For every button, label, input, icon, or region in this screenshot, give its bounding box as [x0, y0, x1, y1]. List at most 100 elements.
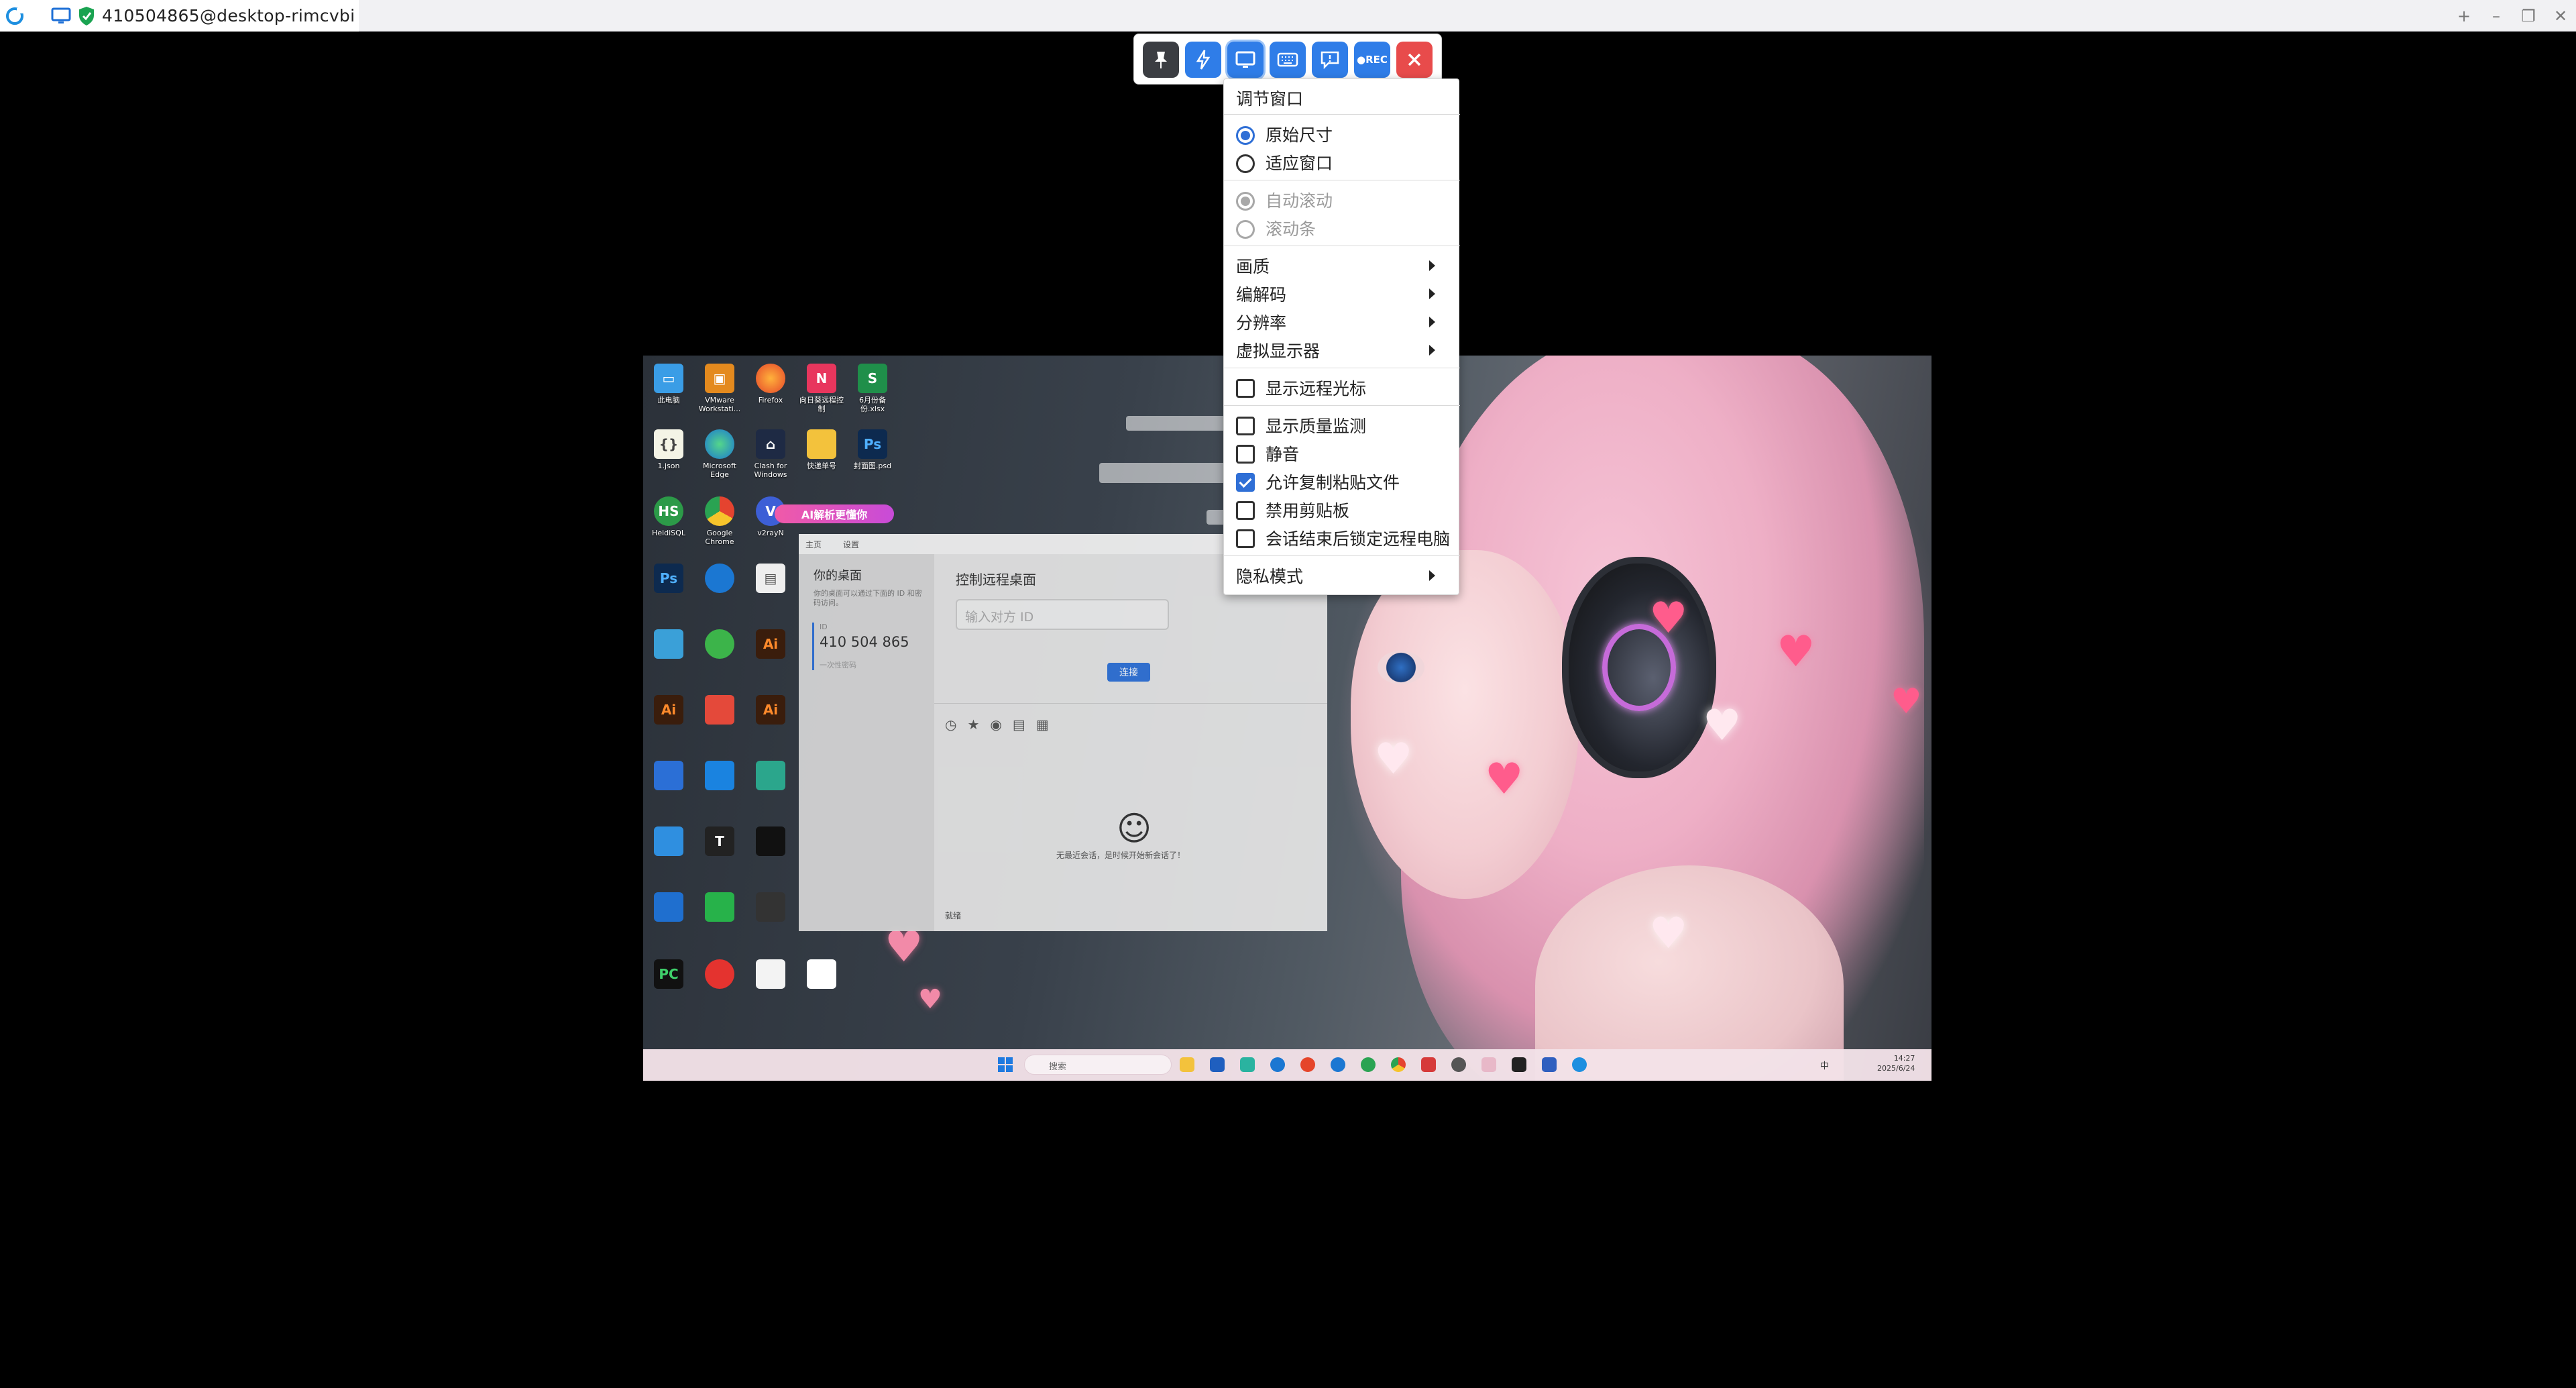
record-button[interactable]: ●REC [1354, 42, 1390, 78]
desktop-icon[interactable] [646, 826, 691, 856]
pin-icon [1155, 52, 1167, 68]
menu-item-mute[interactable]: 静音 [1224, 440, 1460, 467]
desktop-icon-vmware[interactable]: ▣ VMware Workstati... [697, 364, 742, 413]
menu-item-virtual-display[interactable]: 虚拟显示器 [1224, 337, 1460, 364]
desktop-icon-json[interactable]: {} 1.json [646, 429, 691, 470]
id-value[interactable]: 410 504 865 [820, 634, 934, 650]
radio-checked-icon [1236, 126, 1255, 145]
menu-item-allow-file-copy[interactable]: 允许复制粘贴文件 [1224, 468, 1460, 495]
checkbox-unchecked-icon [1236, 529, 1255, 548]
desktop-icon-xlsx[interactable]: S 6月份备份.xlsx [850, 364, 895, 413]
close-window-button[interactable]: ✕ [2544, 0, 2576, 32]
taskbar-app-icon[interactable] [1270, 1057, 1285, 1072]
menu-item-show-remote-cursor[interactable]: 显示远程光标 [1224, 374, 1460, 401]
desktop-icon[interactable]: PC [646, 959, 691, 989]
session-tab[interactable]: 410504865@desktop-rimcvbi [0, 0, 359, 32]
chrome-icon[interactable] [1391, 1057, 1406, 1072]
taskbar-app-icon[interactable] [1240, 1057, 1255, 1072]
desktop-icon[interactable]: Ai [646, 695, 691, 725]
desktop-icon[interactable]: T [697, 826, 742, 856]
checkbox-unchecked-icon [1236, 417, 1255, 435]
pycharm-icon: PC [654, 959, 683, 989]
windows-start-icon[interactable] [998, 1057, 1013, 1072]
lightning-icon [1196, 50, 1211, 70]
restore-button[interactable]: ❐ [2512, 0, 2544, 32]
desktop-icon-label: 快递单号 [807, 462, 836, 470]
tab-settings[interactable]: 设置 [843, 539, 859, 550]
actions-button[interactable] [1185, 42, 1221, 78]
desktop-icon-chrome[interactable]: Google Chrome [697, 496, 742, 546]
desktop-icon-psd[interactable]: Ps 封面图.psd [850, 429, 895, 470]
settings-icon[interactable] [1451, 1057, 1466, 1072]
keyboard-button[interactable] [1270, 42, 1306, 78]
desktop-icon[interactable]: Ai [748, 629, 793, 659]
desktop-icon[interactable] [697, 761, 742, 790]
minimize-button[interactable]: – [2480, 0, 2512, 32]
desktop-icon-this-pc[interactable]: ▭ 此电脑 [646, 364, 691, 405]
desktop-icon[interactable] [748, 959, 793, 989]
menu-item-lock-after-session[interactable]: 会话结束后锁定远程电脑 [1224, 525, 1460, 551]
tab-home[interactable]: 主页 [805, 539, 822, 550]
remote-id-input[interactable]: 输入对方 ID [956, 599, 1169, 630]
menu-divider [1224, 114, 1460, 115]
taskbar-app-icon[interactable] [1210, 1057, 1225, 1072]
desktop-icon[interactable]: Ps [646, 564, 691, 593]
taskbar-search[interactable]: 搜索 [1024, 1055, 1172, 1075]
ime-indicator[interactable]: 中 [1820, 1059, 1829, 1071]
menu-item-codec[interactable]: 编解码 [1224, 280, 1460, 307]
menu-item-image-quality[interactable]: 画质 [1224, 252, 1460, 279]
chrome-file-icon [807, 959, 836, 989]
empty-sessions-text: 无最近会话，是时候开始新会话了！ [1056, 851, 1186, 860]
desktop-icon[interactable] [697, 959, 742, 989]
menu-item-resolution[interactable]: 分辨率 [1224, 309, 1460, 335]
taskbar-clock[interactable]: 14:27 2025/6/24 [1877, 1053, 1915, 1073]
menu-item-privacy-mode[interactable]: 隐私模式 [1224, 562, 1460, 589]
desktop-icon[interactable] [748, 826, 793, 856]
desktop-icon[interactable] [646, 892, 691, 922]
menu-item-fit-window[interactable]: 适应窗口 [1224, 149, 1460, 176]
desktop-icon[interactable] [697, 629, 742, 659]
file-icon: ▤ [756, 564, 785, 593]
checkbox-unchecked-icon [1236, 501, 1255, 520]
edge-icon[interactable] [1331, 1057, 1345, 1072]
display-settings-button[interactable] [1227, 42, 1264, 78]
taskbar-app-icon[interactable] [1542, 1057, 1557, 1072]
menu-item-original-size[interactable]: 原始尺寸 [1224, 121, 1460, 148]
desktop-icon-folder[interactable]: 快递单号 [799, 429, 844, 470]
session-toolbar: ●REC [1133, 34, 1442, 85]
desktop-icon[interactable] [646, 761, 691, 790]
rustdesk-icon[interactable] [1572, 1057, 1587, 1072]
pin-toolbar-button[interactable] [1143, 42, 1179, 78]
menu-item-quality-monitor[interactable]: 显示质量监测 [1224, 412, 1460, 439]
desktop-icon[interactable] [748, 892, 793, 922]
desktop-icon[interactable] [646, 629, 691, 659]
smile-icon: ☺ [1117, 809, 1152, 848]
desktop-icon[interactable]: ▤ [748, 564, 793, 593]
taskbar-app-icon[interactable] [1481, 1057, 1496, 1072]
wps-icon[interactable] [1421, 1057, 1436, 1072]
desktop-icon-clash[interactable]: ⌂ Clash for Windows [748, 429, 793, 479]
menu-item-label: 隐私模式 [1236, 567, 1304, 586]
monitor-icon [51, 7, 71, 23]
menu-item-disable-clipboard[interactable]: 禁用剪贴板 [1224, 496, 1460, 523]
desktop-icon[interactable] [748, 761, 793, 790]
add-tab-button[interactable]: + [2448, 0, 2480, 32]
desktop-icon[interactable]: Ai [748, 695, 793, 725]
recent-tabs-icons[interactable]: ◷★◉▤▦ [945, 716, 1060, 733]
close-session-button[interactable] [1396, 42, 1433, 78]
chat-button[interactable] [1312, 42, 1348, 78]
desktop-icon-sunlogin[interactable]: N 向日葵远程控制 [799, 364, 844, 413]
ai-assistant-pill[interactable]: AI解析更懂你 [775, 504, 894, 523]
firefox-icon[interactable] [1300, 1057, 1315, 1072]
desktop-icon[interactable] [697, 695, 742, 725]
desktop-icon-firefox[interactable]: Firefox [748, 364, 793, 405]
desktop-icon[interactable] [697, 564, 742, 593]
typora-icon[interactable] [1512, 1057, 1526, 1072]
desktop-icon[interactable] [697, 892, 742, 922]
taskbar-app-icon[interactable] [1361, 1057, 1376, 1072]
file-explorer-icon[interactable] [1180, 1057, 1194, 1072]
desktop-icon-heidisql[interactable]: HS HeidiSQL [646, 496, 691, 537]
desktop-icon-edge[interactable]: Microsoft Edge [697, 429, 742, 479]
desktop-icon[interactable] [799, 959, 844, 989]
connect-button[interactable]: 连接 [1107, 663, 1150, 682]
